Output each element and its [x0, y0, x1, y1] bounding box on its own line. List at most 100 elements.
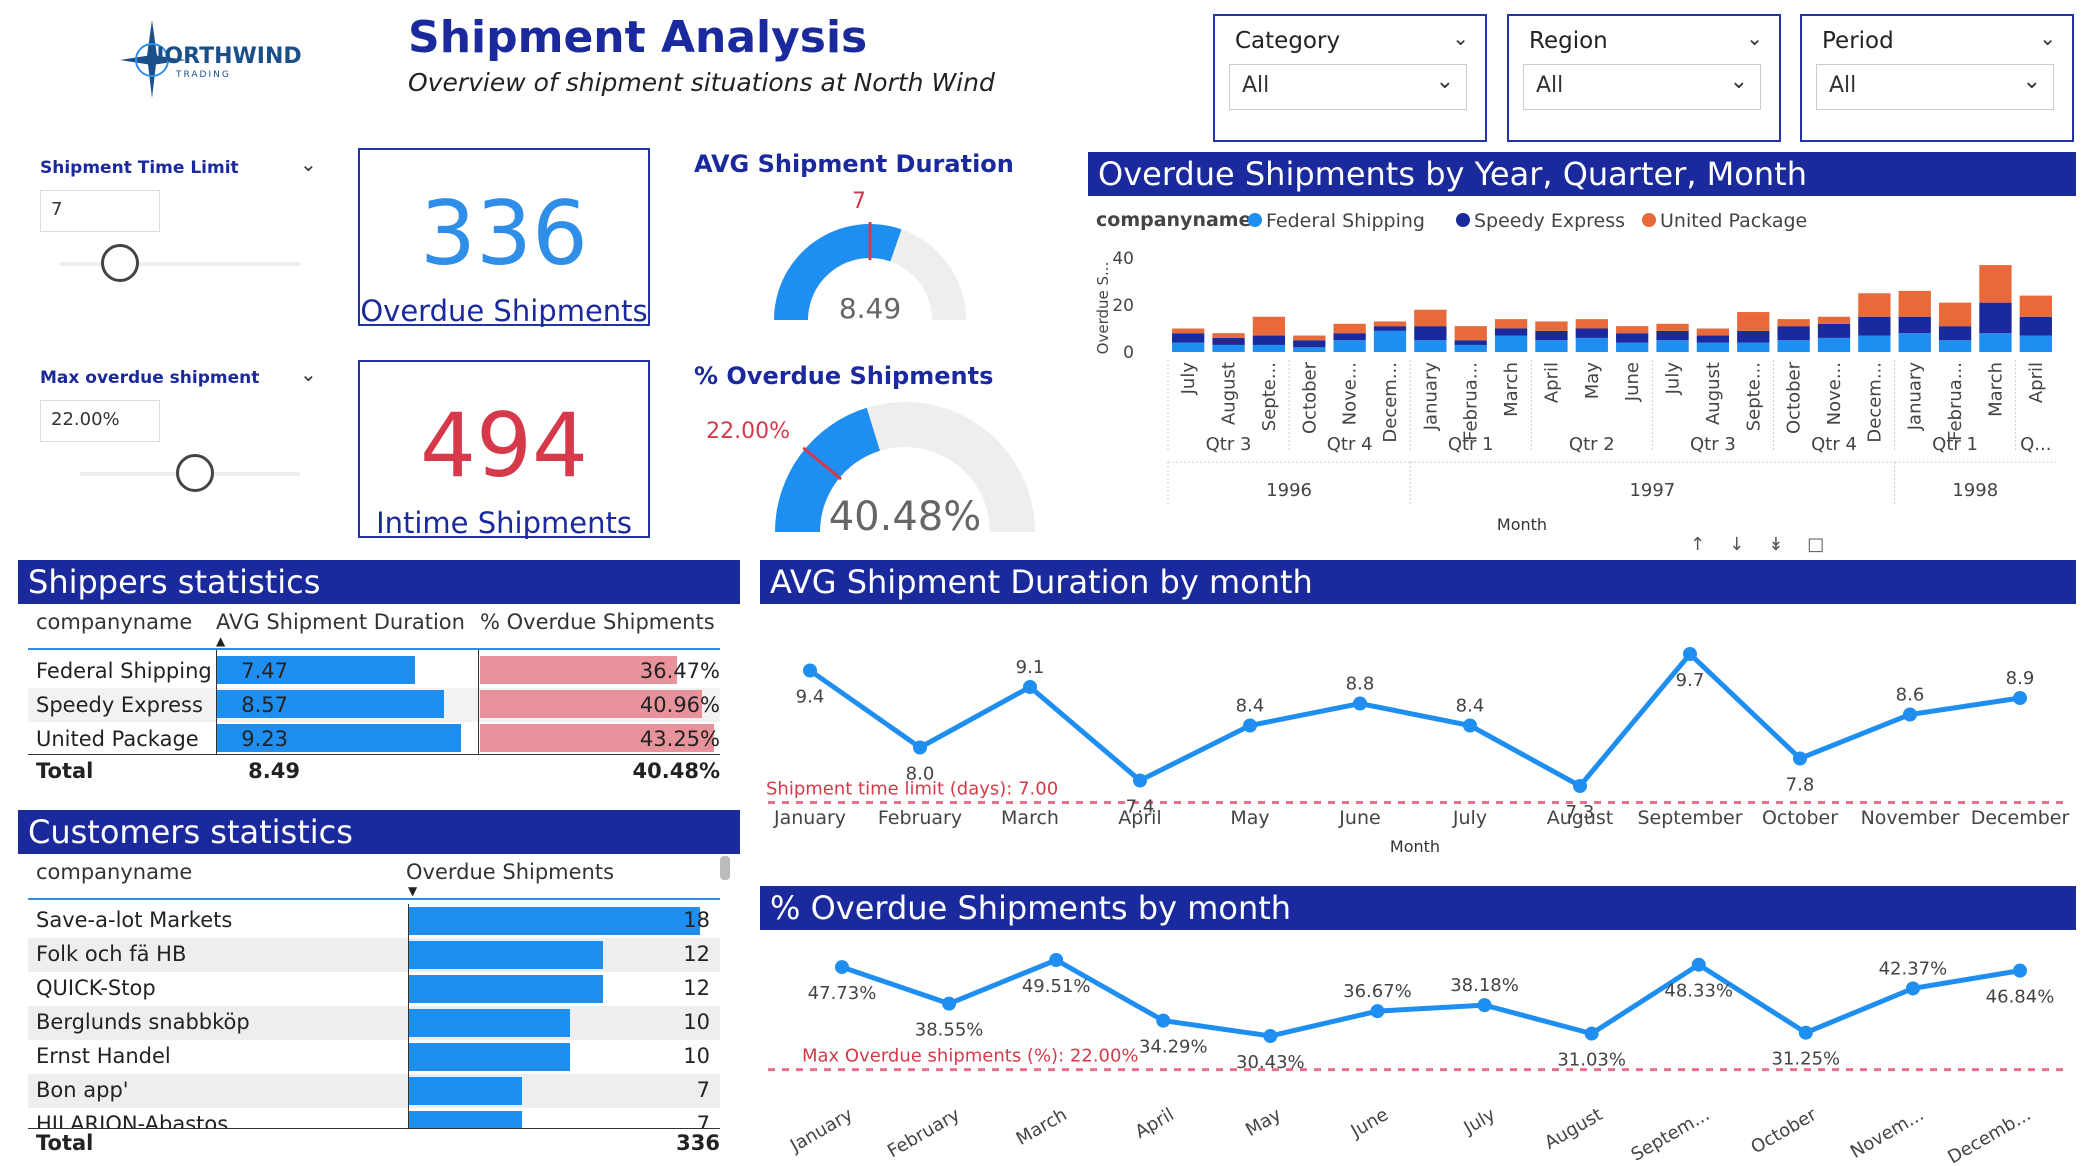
cell-avg-duration: 9.23: [241, 727, 288, 751]
x-tick-label: November: [1861, 807, 1960, 829]
col-header-overdue[interactable]: Overdue Shipments: [406, 860, 614, 884]
data-point: [913, 740, 927, 755]
avg-duration-by-month-chart: Shipment time limit (days): 7.009.4Janua…: [766, 647, 2070, 856]
x-tick-label: March: [1013, 1104, 1071, 1150]
cell-overdue: 12: [683, 942, 710, 966]
slicer-title: Region: [1529, 28, 1608, 54]
table-row[interactable]: Save-a-lot Markets 18: [28, 904, 720, 938]
bar-segment: [1979, 302, 2012, 334]
col-header-pct-overdue[interactable]: % Overdue Shipments: [480, 610, 715, 634]
intime-kpi-value: 494: [420, 394, 588, 497]
bar-segment: [1575, 319, 1608, 329]
bar-segment: [1938, 340, 1972, 352]
bar-segment: [1212, 344, 1245, 352]
time-limit-slider-track[interactable]: [60, 262, 300, 266]
column-divider: [216, 650, 217, 754]
data-point: [1793, 751, 1807, 766]
y-tick-label: 0: [1123, 343, 1134, 363]
pct-overdue-by-month-chart: Max Overdue shipments (%): 22.00% 47.73% J…: [768, 953, 2064, 1164]
data-point: [1133, 773, 1147, 788]
bar-segment: [1696, 342, 1730, 352]
x-axis-title: Month: [1390, 837, 1440, 856]
chevron-down-icon[interactable]: ⌄: [1746, 26, 1763, 50]
x-tick-label: Decem...: [1380, 362, 1401, 443]
table-row[interactable]: Folk och fä HB 12: [28, 938, 720, 972]
legend-marker: [1642, 213, 1656, 227]
header-divider: [28, 898, 720, 900]
region-slicer[interactable]: Region ⌄ All ⌄: [1507, 14, 1781, 142]
cell-overdue: 10: [683, 1010, 710, 1034]
table-row[interactable]: Federal Shipping 7.47 36.47%: [28, 654, 720, 688]
x-tick-label: March: [1985, 362, 2006, 417]
bar-segment: [1777, 326, 1810, 341]
chevron-down-icon[interactable]: ⌄: [1452, 26, 1469, 50]
bar-segment: [1535, 340, 1568, 352]
data-label: 46.84%: [1986, 987, 2055, 1008]
gauge-target-label: 7: [852, 190, 866, 214]
time-limit-slider-handle[interactable]: [101, 244, 139, 282]
col-header-companyname[interactable]: companyname: [36, 610, 192, 634]
overdue-bar: [408, 941, 603, 969]
x-tick-label: December: [1971, 807, 2070, 829]
table-row[interactable]: Ernst Handel 10: [28, 1040, 720, 1074]
bar-segment: [1252, 344, 1286, 352]
table-row[interactable]: United Package 9.23 43.25%: [28, 722, 720, 756]
x-axis-title: Month: [1497, 515, 1547, 534]
avg-duration-gauge: 78.49: [774, 190, 966, 325]
data-label: 9.7: [1676, 670, 1705, 691]
period-slicer[interactable]: Period ⌄ All ⌄: [1800, 14, 2074, 142]
gauge-value-label: 40.48%: [829, 494, 982, 536]
bar-segment: [1575, 337, 1608, 352]
focus-mode-icon[interactable]: □: [1807, 534, 1848, 555]
chevron-down-icon[interactable]: ⌄: [300, 152, 317, 176]
data-point: [942, 996, 957, 1011]
overdue-bar: [408, 907, 700, 935]
col-header-avg-duration[interactable]: AVG Shipment Duration: [216, 610, 465, 634]
table-row[interactable]: Berglunds snabbköp 10: [28, 1006, 720, 1040]
x-tick-label: July: [1452, 807, 1487, 829]
bar-segment: [1373, 330, 1407, 352]
data-point: [1683, 647, 1697, 661]
drill-down-icon[interactable]: ↓: [1729, 534, 1768, 555]
category-dropdown[interactable]: All ⌄: [1229, 64, 1467, 110]
x-tick-label: January: [773, 807, 846, 829]
total-value: 336: [676, 1131, 720, 1155]
chevron-down-icon[interactable]: ⌄: [2039, 26, 2056, 50]
max-overdue-slider-handle[interactable]: [176, 454, 214, 492]
max-overdue-input[interactable]: 22.00%: [40, 400, 160, 442]
table-row[interactable]: HILARION-Abastos 7: [28, 1108, 720, 1128]
avg-duration-by-month-title: AVG Shipment Duration by month: [760, 560, 2076, 604]
drill-up-icon[interactable]: ↑: [1690, 534, 1729, 555]
x-tick-label: January: [786, 1104, 857, 1157]
table-row[interactable]: Bon app' 7: [28, 1074, 720, 1108]
legend-marker: [1248, 213, 1262, 227]
time-limit-input[interactable]: 7: [40, 190, 160, 232]
data-point: [1477, 998, 1492, 1013]
data-label: 9.4: [796, 687, 825, 708]
visual-toolbar: ↑↓↡□: [1690, 534, 1848, 555]
overdue-kpi-caption: Overdue Shipments: [360, 294, 648, 328]
col-header-companyname[interactable]: companyname: [36, 860, 192, 884]
table-row[interactable]: Speedy Express 8.57 40.96%: [28, 688, 720, 722]
total-avg: 8.49: [248, 759, 300, 783]
scrollbar[interactable]: [720, 856, 730, 880]
x-tick-label: August: [1219, 362, 1240, 425]
expand-level-icon[interactable]: ↡: [1768, 534, 1807, 555]
data-label: 48.33%: [1664, 981, 1733, 1002]
x-tick-label: Septe...: [1743, 362, 1764, 431]
data-label: 8.0: [906, 764, 935, 785]
chevron-down-icon[interactable]: ⌄: [300, 362, 317, 386]
data-point: [1903, 707, 1917, 722]
period-dropdown[interactable]: All ⌄: [1816, 64, 2054, 110]
gauge-target-label: 22.00%: [706, 419, 790, 444]
data-label: 7.8: [1786, 775, 1815, 796]
table-row[interactable]: QUICK-Stop 12: [28, 972, 720, 1006]
year-label: 1996: [1266, 480, 1312, 501]
region-dropdown[interactable]: All ⌄: [1523, 64, 1761, 110]
category-slicer[interactable]: Category ⌄ All ⌄: [1213, 14, 1487, 142]
bar-segment: [1616, 333, 1649, 343]
table-total-row: Total 8.49 40.48%: [28, 754, 720, 791]
cell-pct-overdue: 40.96%: [639, 693, 720, 717]
quarter-label: Qtr 4: [1327, 434, 1373, 455]
data-label: 8.6: [1896, 685, 1925, 706]
